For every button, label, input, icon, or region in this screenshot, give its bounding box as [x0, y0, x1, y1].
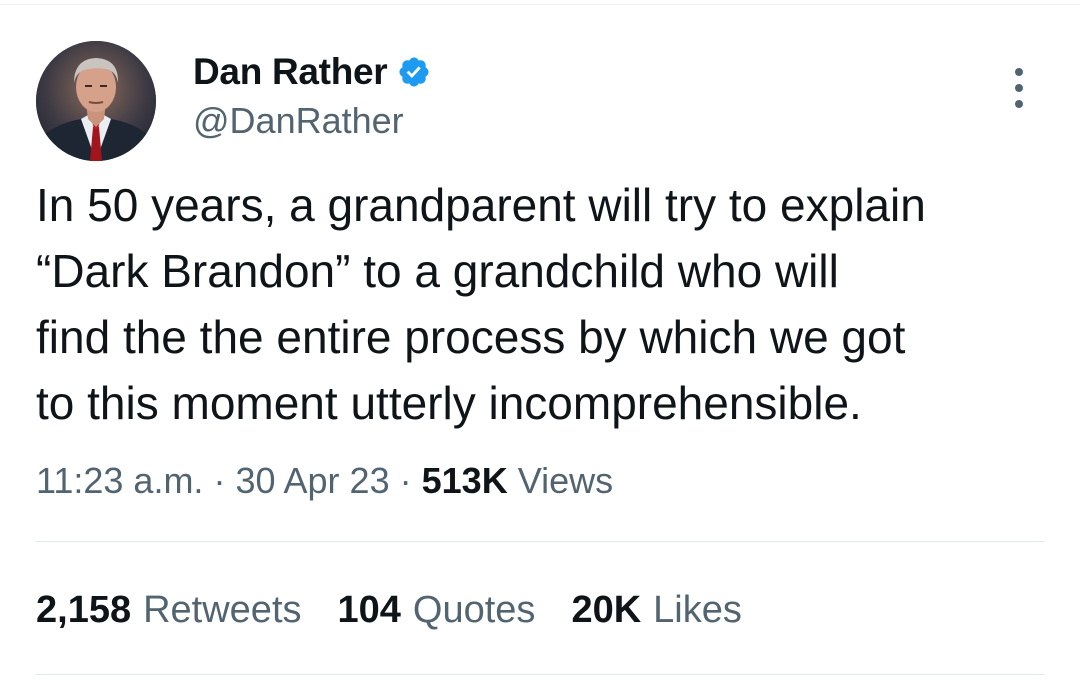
- avatar[interactable]: [36, 41, 156, 161]
- more-dot: [1015, 68, 1023, 76]
- tweet-text: In 50 years, a grandparent will try to e…: [36, 179, 926, 429]
- more-dot: [1015, 84, 1023, 92]
- top-divider: [0, 4, 1080, 5]
- retweets-stat[interactable]: 2,158 Retweets: [36, 586, 302, 634]
- display-name[interactable]: Dan Rather: [193, 50, 431, 94]
- divider: [36, 674, 1044, 675]
- tweet-date[interactable]: 30 Apr 23: [235, 460, 389, 501]
- meta-separator: ·: [399, 460, 412, 501]
- author-block[interactable]: Dan Rather @DanRather: [193, 50, 431, 143]
- meta-separator: ·: [213, 460, 226, 501]
- verified-badge-icon[interactable]: [397, 55, 431, 89]
- more-dot: [1015, 100, 1023, 108]
- more-options-icon[interactable]: [1004, 68, 1034, 108]
- views-count[interactable]: 513K: [422, 460, 508, 501]
- tweet-meta: 11:23 a.m. · 30 Apr 23 · 513K Views: [36, 458, 613, 504]
- avatar-photo: [36, 41, 156, 161]
- author-handle[interactable]: @DanRather: [193, 99, 431, 143]
- display-name-text[interactable]: Dan Rather: [193, 50, 388, 94]
- tweet-time[interactable]: 11:23 a.m.: [36, 460, 203, 501]
- divider: [36, 541, 1044, 542]
- quotes-count: 104: [337, 589, 401, 631]
- likes-label: Likes: [653, 589, 742, 631]
- likes-stat[interactable]: 20K Likes: [571, 586, 741, 634]
- engagement-stats: 2,158 Retweets 104 Quotes 20K Likes: [36, 586, 742, 634]
- quotes-label: Quotes: [412, 589, 536, 631]
- retweets-label: Retweets: [143, 589, 302, 631]
- views-label[interactable]: Views: [518, 460, 613, 501]
- retweets-count: 2,158: [36, 589, 132, 631]
- likes-count: 20K: [571, 589, 642, 631]
- quotes-stat[interactable]: 104 Quotes: [338, 586, 536, 634]
